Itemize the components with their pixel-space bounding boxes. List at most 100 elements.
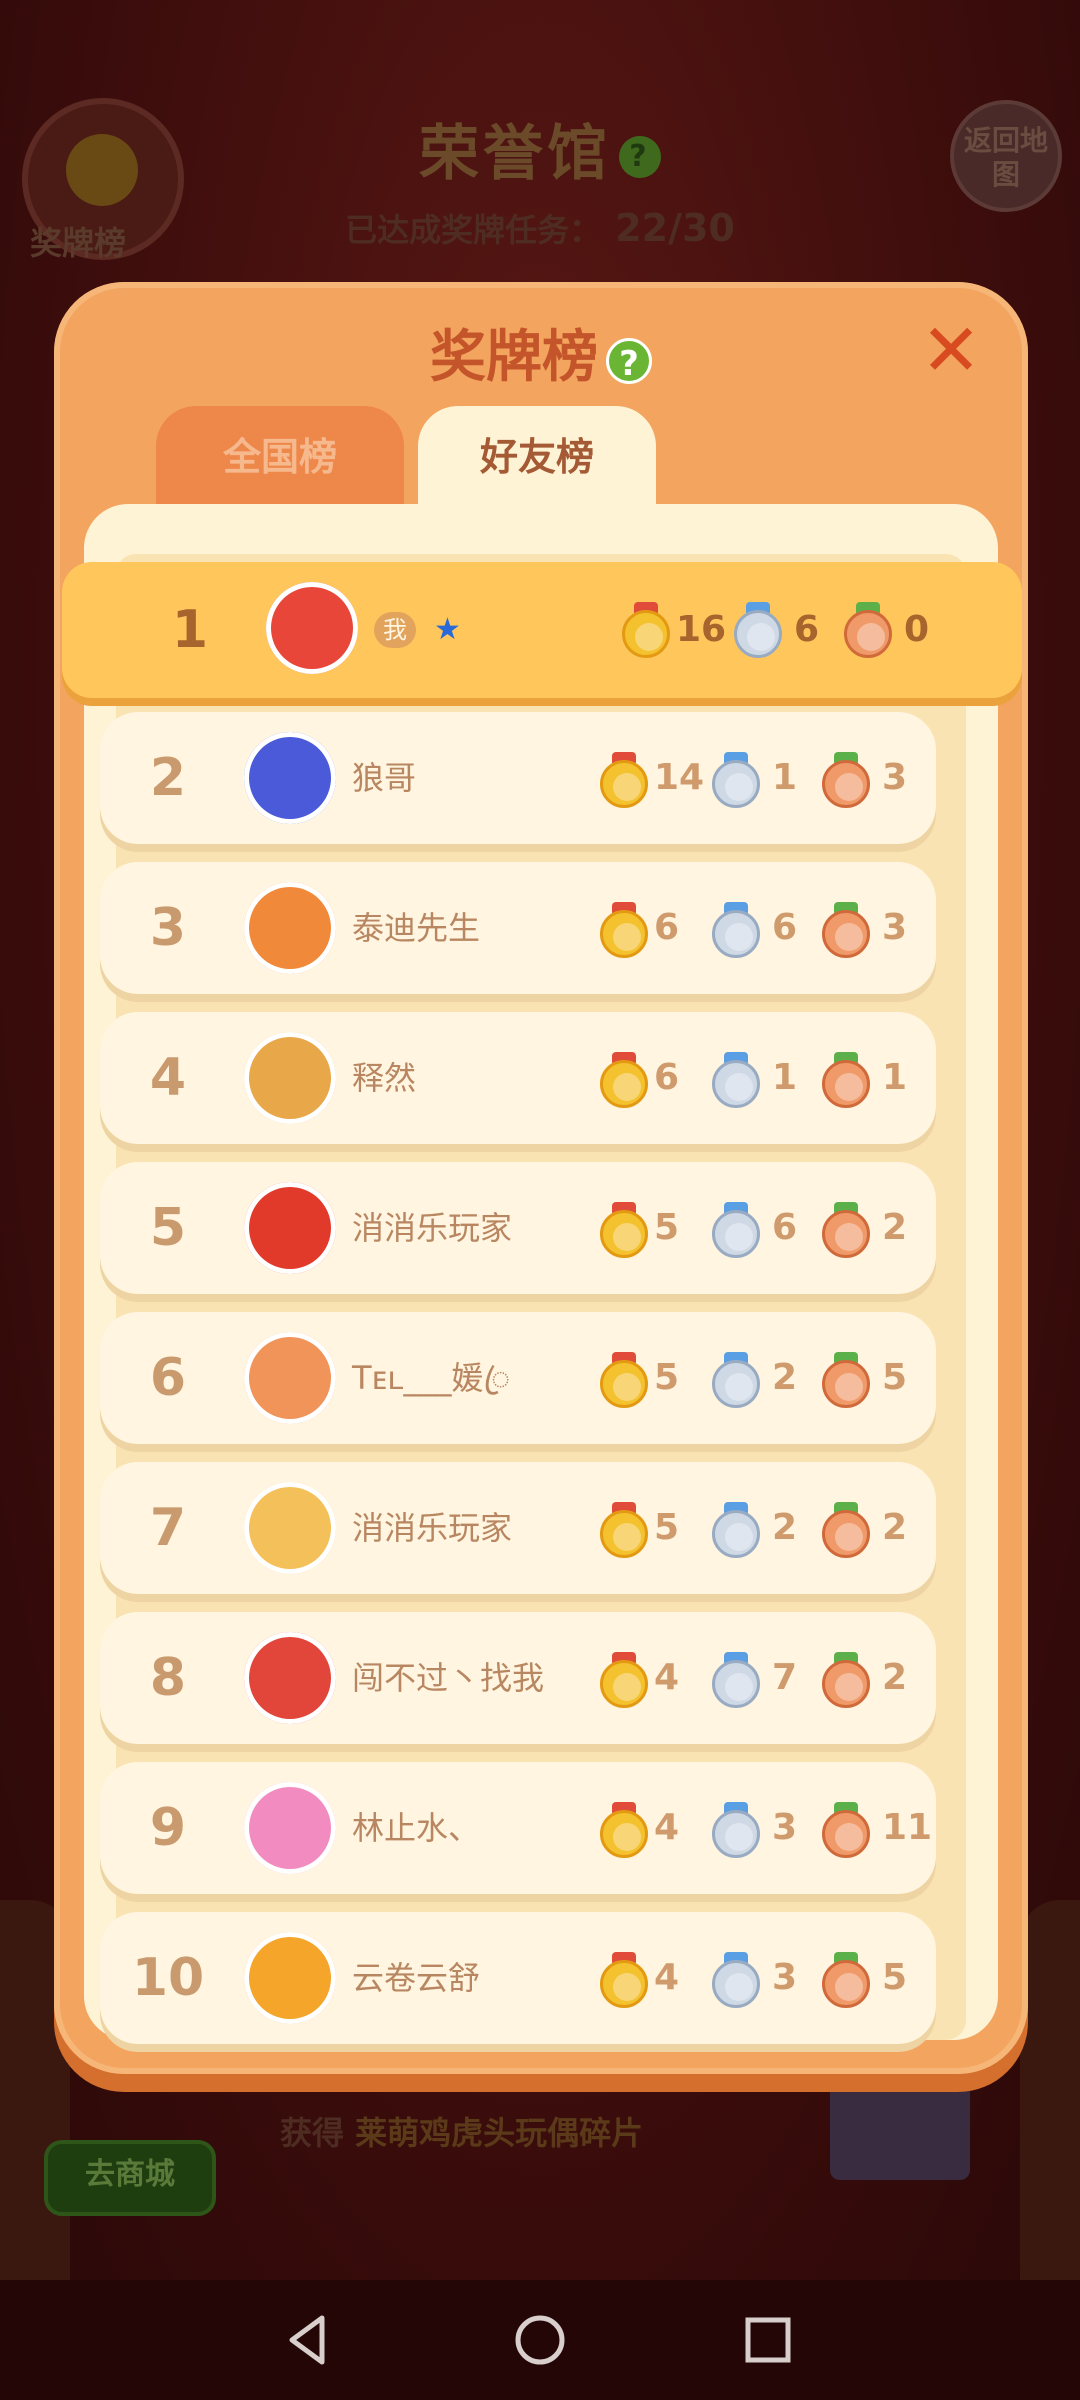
player-name-text: 云卷云舒 [352,1959,481,1997]
avatar[interactable] [244,1482,336,1574]
rank-number: 6 [149,1348,187,1408]
player-name: 林止水、 [352,1762,480,1894]
rank-number: 2 [149,748,187,808]
player-name: 消消乐玩家 [352,1162,512,1294]
tab-national[interactable]: 全国榜 [156,406,404,508]
help-icon[interactable]: ? [606,337,652,384]
bronze-count: 3 [882,907,908,948]
bronze-medal-icon [822,1202,870,1258]
player-name-text: 消消乐玩家 [352,1509,513,1547]
modal-title: 奖牌榜? [54,312,1028,393]
gold-medal-icon [600,1052,648,1108]
silver-medal-icon [712,1502,760,1558]
player-name-text: 闯不过丶找我 [352,1659,545,1697]
gold-count: 16 [676,609,727,650]
rank-number: 10 [131,1948,205,2008]
gold-medal-icon [600,1352,648,1408]
bronze-medal-icon [822,1802,870,1858]
rank-row[interactable]: 10 云卷云舒 4 3 5 [100,1912,936,2044]
player-name: 云卷云舒 [352,1912,480,2044]
task-progress: 已达成奖牌任务： 22/30 [0,205,1080,251]
rank-number: 7 [149,1498,187,1558]
reward-prefix: 获得 [280,2114,345,2152]
me-badge: 我 [374,612,416,648]
rank-row[interactable]: 3 泰迪先生 6 6 3 [100,862,936,994]
bronze-medal-icon [844,602,892,658]
avatar[interactable] [244,732,336,824]
avatar[interactable] [244,1182,336,1274]
home-nav-icon[interactable] [508,2308,572,2372]
rank-row[interactable]: 5 消消乐玩家 5 6 2 [100,1162,936,1294]
system-nav-bar [0,2280,1080,2400]
back-nav-icon[interactable] [278,2308,342,2372]
rank-row[interactable]: 2 狼哥 14 1 3 [100,712,936,844]
player-name-text: 消消乐玩家 [352,1209,513,1247]
back-to-map-button[interactable]: 返回地图 [950,100,1062,212]
gold-medal-icon [622,602,670,658]
avatar[interactable] [244,1032,336,1124]
star-icon: ★ [434,612,461,647]
silver-count: 2 [772,1357,798,1398]
rank-number: 4 [149,1048,187,1108]
bronze-medal-icon [822,1052,870,1108]
go-shop-button[interactable]: 去商城 [44,2140,216,2216]
silver-count: 1 [772,1057,798,1098]
avatar[interactable] [266,582,358,674]
progress-label: 已达成奖牌任务： [345,211,602,249]
gold-count: 4 [654,1807,680,1848]
gold-count: 14 [654,757,705,798]
avatar[interactable] [244,882,336,974]
hall-title: 荣誉馆? [0,105,1080,192]
recent-apps-nav-icon[interactable] [736,2308,800,2372]
bronze-count: 1 [882,1057,908,1098]
right-decoration [1020,1900,1080,2280]
avatar[interactable] [244,1782,336,1874]
player-name: 闯不过丶找我 [352,1612,544,1744]
gold-medal-icon [600,1802,648,1858]
rank-row[interactable]: 6 Tᴇʟ___媛ꦿ 5 2 5 [100,1312,936,1444]
gold-medal-icon [600,752,648,808]
rank-row[interactable]: 8 闯不过丶找我 4 7 2 [100,1612,936,1744]
rank-row[interactable]: 7 消消乐玩家 5 2 2 [100,1462,936,1594]
tab-friends[interactable]: 好友榜 [418,406,656,508]
rank-row[interactable]: 4 释然 6 1 1 [100,1012,936,1144]
avatar[interactable] [244,1632,336,1724]
gold-medal-icon [600,902,648,958]
silver-count: 1 [772,757,798,798]
silver-medal-icon [712,1052,760,1108]
reward-item: 莱萌鸡虎头玩偶碎片 [355,2114,644,2152]
bronze-medal-icon [822,1952,870,2008]
puzzle-piece-icon [830,2070,970,2180]
modal-title-text: 奖牌榜 [430,325,598,390]
bronze-count: 0 [904,609,930,650]
silver-count: 7 [772,1657,798,1698]
silver-medal-icon [712,1652,760,1708]
bronze-count: 2 [882,1507,908,1548]
hall-title-text: 荣誉馆 [419,119,611,189]
rank-number: 9 [149,1798,187,1858]
gold-count: 4 [654,1957,680,1998]
gold-count: 5 [654,1207,680,1248]
gold-count: 5 [654,1357,680,1398]
rank-number: 3 [149,898,187,958]
silver-medal-icon [712,1952,760,2008]
help-icon[interactable]: ? [619,136,661,179]
player-name-text: 狼哥 [352,759,417,797]
silver-count: 6 [772,1207,798,1248]
silver-medal-icon [712,1202,760,1258]
avatar[interactable] [244,1932,336,2024]
player-name: 狼哥 [352,712,416,844]
gold-medal-icon [600,1652,648,1708]
avatar[interactable] [244,1332,336,1424]
silver-count: 6 [794,609,820,650]
silver-medal-icon [712,1802,760,1858]
bronze-count: 11 [882,1807,933,1848]
reward-text: 获得 莱萌鸡虎头玩偶碎片 [280,2108,643,2154]
player-name-text: 泰迪先生 [352,909,481,947]
close-button[interactable]: ✕ [916,314,986,388]
bronze-medal-icon [822,1502,870,1558]
rank-row[interactable]: 9 林止水、 4 3 11 [100,1762,936,1894]
silver-count: 3 [772,1957,798,1998]
gold-medal-icon [600,1952,648,2008]
my-rank-row[interactable]: 1 我 ★ 16 6 0 [62,562,1022,698]
